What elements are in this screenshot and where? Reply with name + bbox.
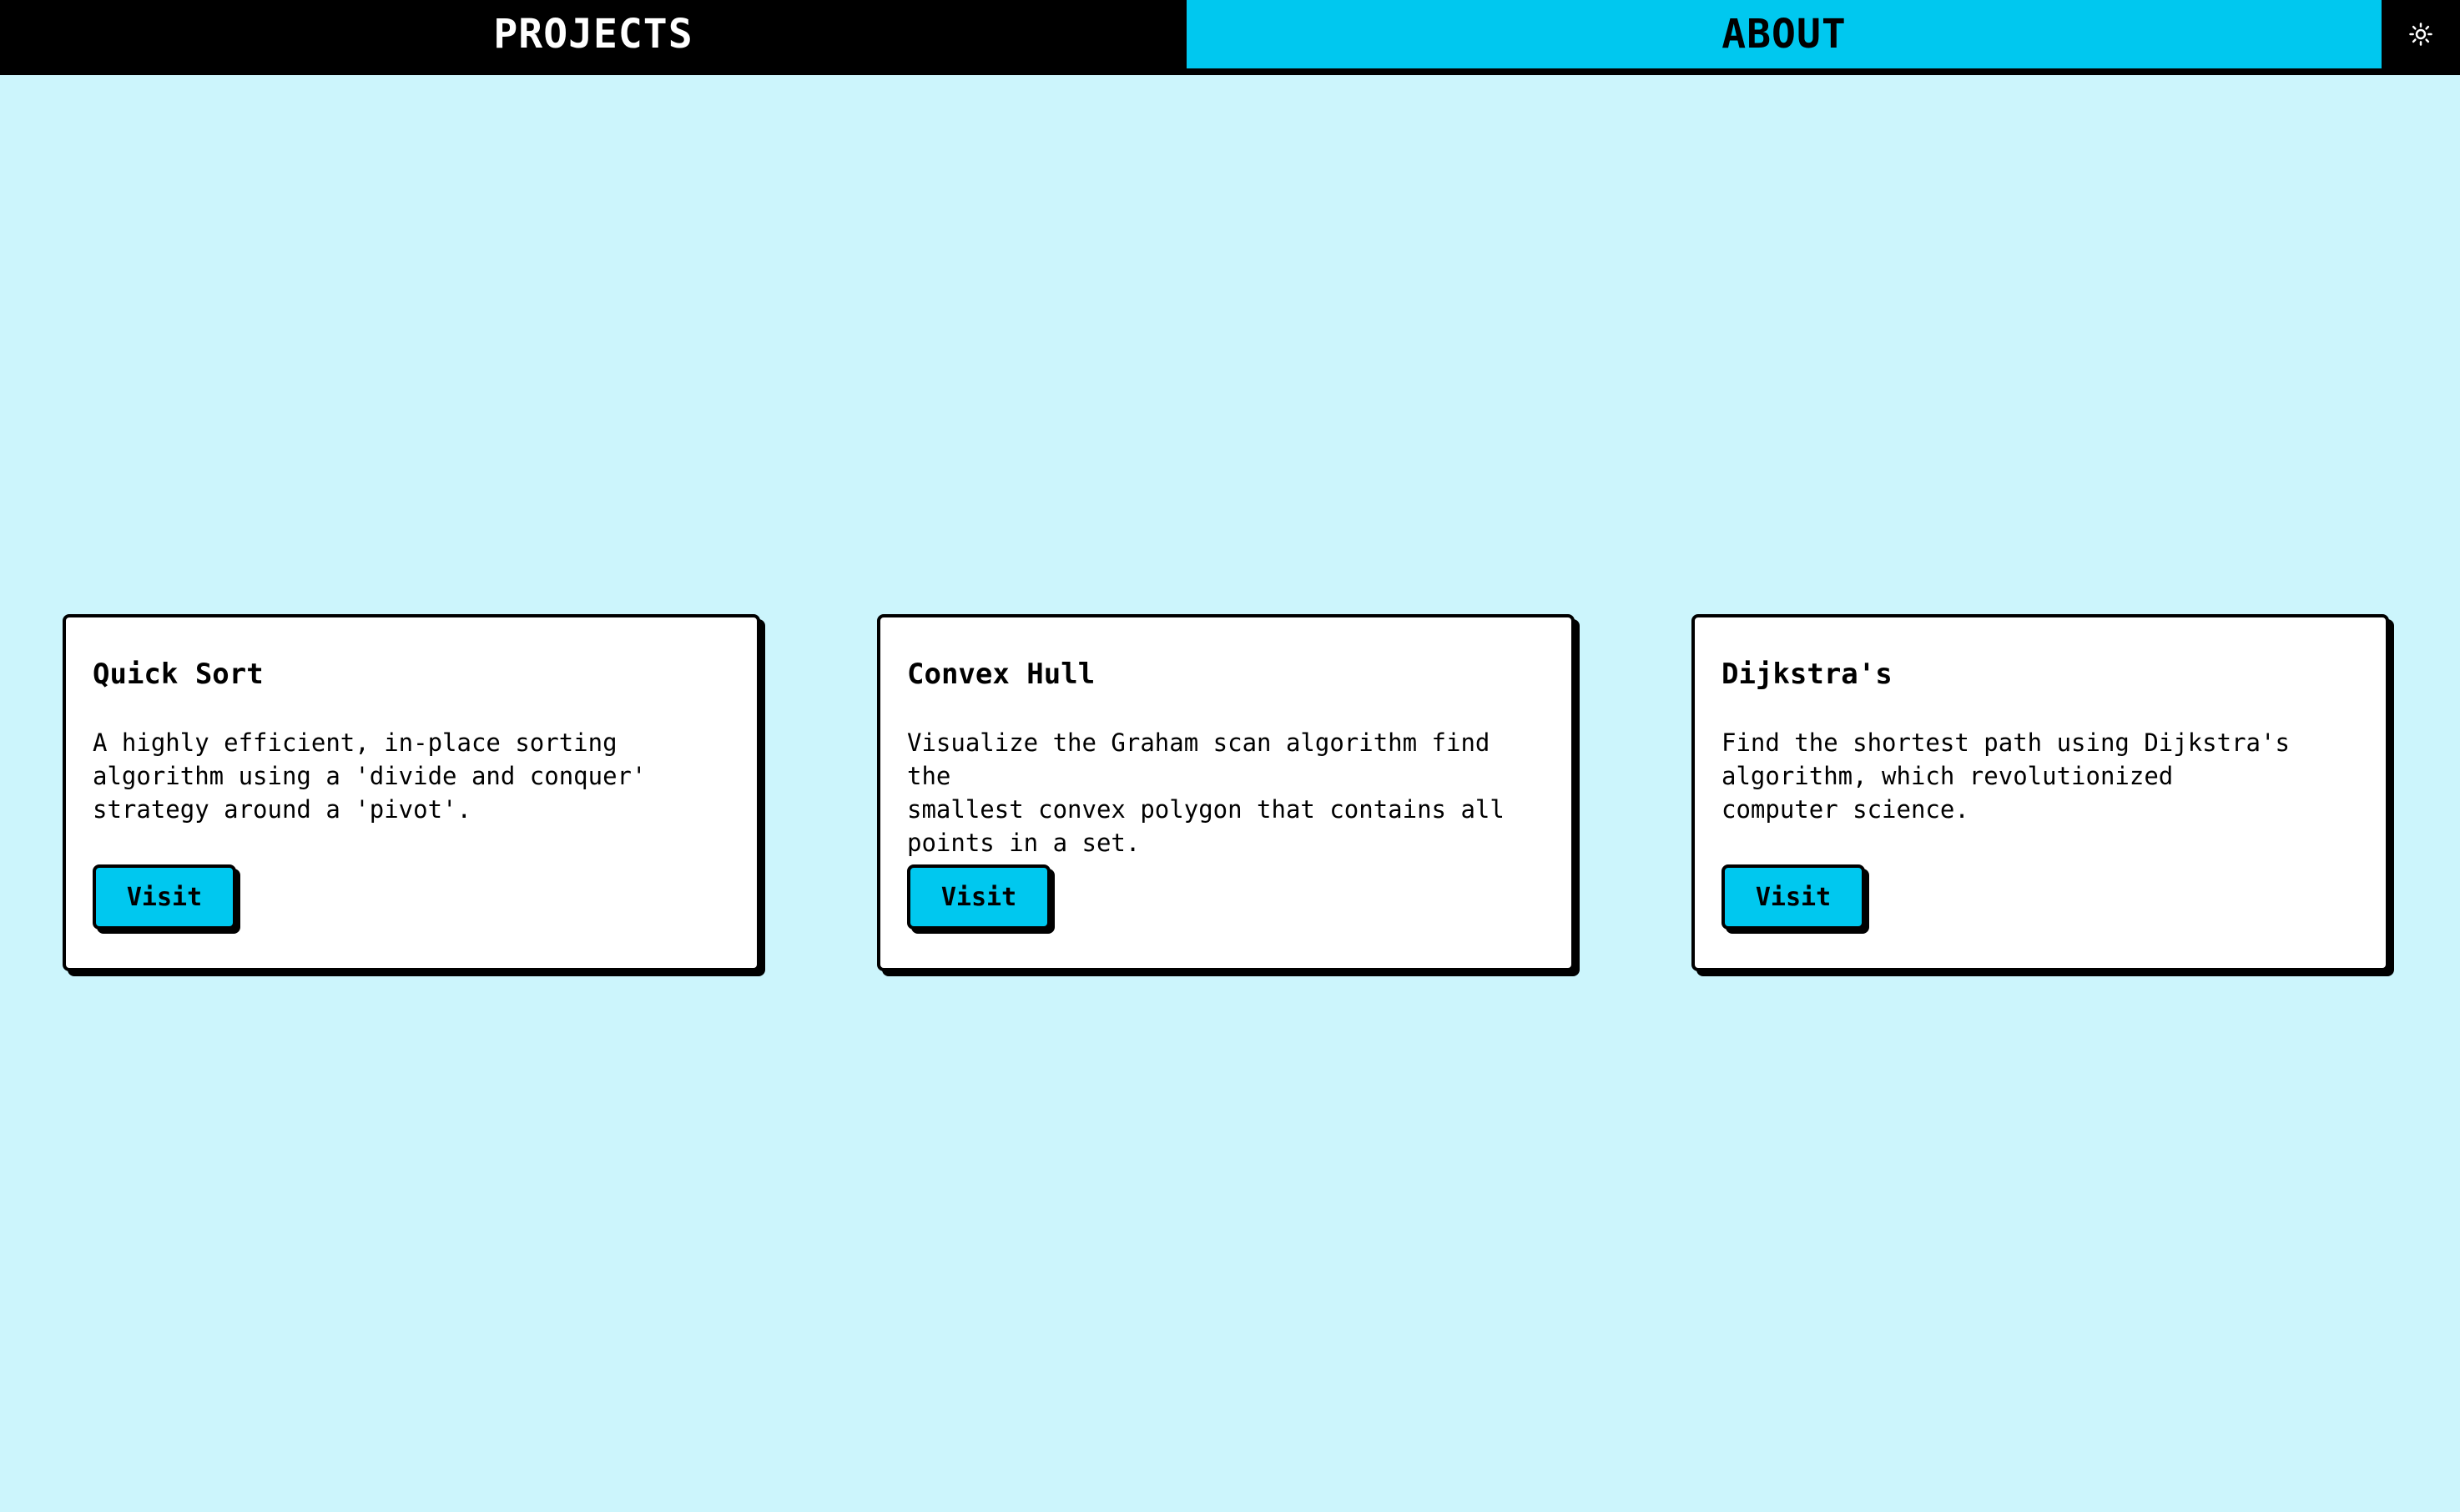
- sun-icon: [2409, 23, 2432, 46]
- visit-button[interactable]: Visit: [1721, 864, 1865, 930]
- card-title: Quick Sort: [93, 658, 264, 691]
- card-description: Visualize the Graham scan algorithm find…: [907, 728, 1505, 857]
- top-nav-bar: PROJECTS ABOUT: [0, 0, 2460, 75]
- visit-button[interactable]: Visit: [907, 864, 1051, 930]
- visit-button[interactable]: Visit: [93, 864, 236, 930]
- project-card-dijkstras: Dijkstra's Find the shortest path using …: [1691, 614, 2389, 971]
- card-title: Convex Hull: [907, 658, 1096, 691]
- tab-projects[interactable]: PROJECTS: [0, 0, 1187, 68]
- project-card-convex-hull: Convex Hull Visualize the Graham scan al…: [877, 614, 1575, 971]
- project-card-quick-sort: Quick Sort A highly efficient, in-place …: [63, 614, 760, 971]
- card-description: A highly efficient, in-place sorting alg…: [93, 728, 647, 824]
- tab-about[interactable]: ABOUT: [1187, 0, 2382, 68]
- theme-toggle-button[interactable]: [2382, 0, 2460, 68]
- card-description: Find the shortest path using Dijkstra's …: [1721, 728, 2290, 824]
- card-title: Dijkstra's: [1721, 658, 1893, 691]
